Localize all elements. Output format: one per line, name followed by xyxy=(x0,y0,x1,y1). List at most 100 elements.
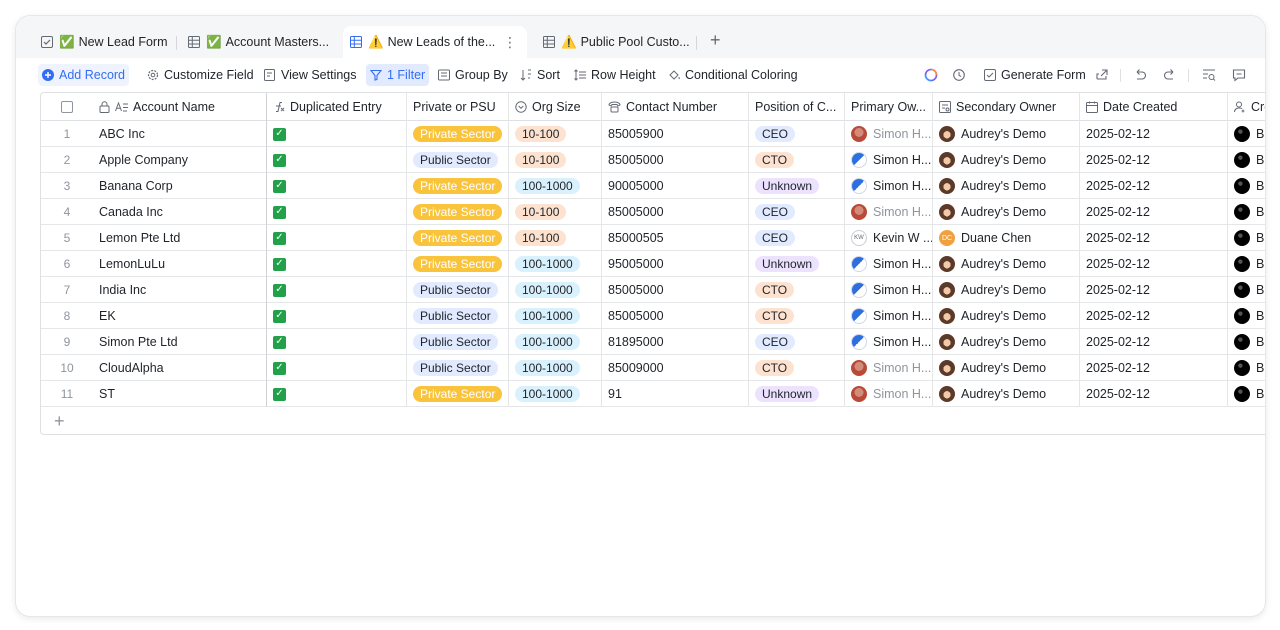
private-or-psu-cell[interactable]: Public Sector xyxy=(407,329,509,355)
duplicated-entry-cell[interactable]: ✓ xyxy=(267,277,407,303)
history-icon[interactable] xyxy=(950,66,968,84)
org-size-cell[interactable]: 10-100 xyxy=(509,121,602,147)
account-name-cell[interactable]: CloudAlpha xyxy=(93,355,267,381)
ai-assistant-icon[interactable] xyxy=(922,66,940,84)
position-cell[interactable]: Unknown xyxy=(749,251,845,277)
date-created-cell[interactable]: 2025-02-12 xyxy=(1080,199,1228,225)
tab-account-masters[interactable]: ✅ Account Masters... xyxy=(181,26,335,58)
org-size-cell[interactable]: 100-1000 xyxy=(509,329,602,355)
private-or-psu-cell[interactable]: Private Sector xyxy=(407,199,509,225)
sort-button[interactable]: Sort xyxy=(516,64,564,86)
redo-icon[interactable] xyxy=(1161,66,1179,84)
date-created-cell[interactable]: 2025-02-12 xyxy=(1080,381,1228,407)
primary-owner-cell[interactable]: Simon H... xyxy=(845,277,933,303)
row-height-button[interactable]: Row Height xyxy=(570,64,660,86)
secondary-owner-cell[interactable]: Audrey's Demo xyxy=(933,329,1080,355)
duplicated-entry-cell[interactable]: ✓ xyxy=(267,225,407,251)
table-row[interactable]: 11 ST ✓ Private Sector 100-1000 91 Unknown Simo… xyxy=(41,381,1265,407)
org-size-cell[interactable]: 100-1000 xyxy=(509,173,602,199)
private-or-psu-cell[interactable]: Public Sector xyxy=(407,277,509,303)
duplicated-entry-cell[interactable]: ✓ xyxy=(267,173,407,199)
account-name-cell[interactable]: Simon Pte Ltd xyxy=(93,329,267,355)
account-name-cell[interactable]: Lemon Pte Ltd xyxy=(93,225,267,251)
org-size-cell[interactable]: 100-1000 xyxy=(509,277,602,303)
column-header-contact-number[interactable]: Contact Number xyxy=(602,93,749,121)
duplicated-entry-cell[interactable]: ✓ xyxy=(267,329,407,355)
primary-owner-cell[interactable]: Simon H... xyxy=(845,121,933,147)
date-created-cell[interactable]: 2025-02-12 xyxy=(1080,121,1228,147)
position-cell[interactable]: CTO xyxy=(749,355,845,381)
column-header-secondary-owner[interactable]: Secondary Owner xyxy=(933,93,1080,121)
share-icon[interactable] xyxy=(1093,66,1111,84)
group-by-button[interactable]: Group By xyxy=(434,64,512,86)
customize-field-button[interactable]: Customize Field xyxy=(143,64,258,86)
org-size-cell[interactable]: 100-1000 xyxy=(509,355,602,381)
conditional-coloring-button[interactable]: Conditional Coloring xyxy=(664,64,802,86)
date-created-cell[interactable]: 2025-02-12 xyxy=(1080,355,1228,381)
secondary-owner-cell[interactable]: Audrey's Demo xyxy=(933,121,1080,147)
secondary-owner-cell[interactable]: DC Duane Chen xyxy=(933,225,1080,251)
table-row[interactable]: 8 EK ✓ Public Sector 100-1000 85005000 CTO Simo… xyxy=(41,303,1265,329)
account-name-cell[interactable]: India Inc xyxy=(93,277,267,303)
column-header-account-name[interactable]: Account Name xyxy=(93,93,267,121)
secondary-owner-cell[interactable]: Audrey's Demo xyxy=(933,381,1080,407)
contact-number-cell[interactable]: 85005000 xyxy=(602,303,749,329)
duplicated-entry-cell[interactable]: ✓ xyxy=(267,199,407,225)
created-by-cell[interactable]: B xyxy=(1228,329,1265,355)
contact-number-cell[interactable]: 85000505 xyxy=(602,225,749,251)
primary-owner-cell[interactable]: Simon H... xyxy=(845,329,933,355)
duplicated-entry-cell[interactable]: ✓ xyxy=(267,303,407,329)
contact-number-cell[interactable]: 85005000 xyxy=(602,147,749,173)
primary-owner-cell[interactable]: Simon H... xyxy=(845,173,933,199)
date-created-cell[interactable]: 2025-02-12 xyxy=(1080,303,1228,329)
contact-number-cell[interactable]: 81895000 xyxy=(602,329,749,355)
secondary-owner-cell[interactable]: Audrey's Demo xyxy=(933,355,1080,381)
table-row[interactable]: 5 Lemon Pte Ltd ✓ Private Sector 10-100 85000… xyxy=(41,225,1265,251)
primary-owner-cell[interactable]: KW Kevin W ... xyxy=(845,225,933,251)
search-records-icon[interactable] xyxy=(1200,66,1218,84)
view-settings-button[interactable]: View Settings xyxy=(260,64,361,86)
contact-number-cell[interactable]: 95005000 xyxy=(602,251,749,277)
private-or-psu-cell[interactable]: Public Sector xyxy=(407,303,509,329)
contact-number-cell[interactable]: 85009000 xyxy=(602,355,749,381)
tab-new-leads[interactable]: ⚠️ New Leads of the... ⋮ xyxy=(343,26,527,58)
org-size-cell[interactable]: 100-1000 xyxy=(509,251,602,277)
column-header-date-created[interactable]: Date Created xyxy=(1080,93,1228,121)
org-size-cell[interactable]: 10-100 xyxy=(509,225,602,251)
comment-icon[interactable] xyxy=(1230,66,1248,84)
created-by-cell[interactable]: B xyxy=(1228,277,1265,303)
table-row[interactable]: 6 LemonLuLu ✓ Private Sector 100-1000 9500500… xyxy=(41,251,1265,277)
secondary-owner-cell[interactable]: Audrey's Demo xyxy=(933,277,1080,303)
account-name-cell[interactable]: Apple Company xyxy=(93,147,267,173)
duplicated-entry-cell[interactable]: ✓ xyxy=(267,355,407,381)
position-cell[interactable]: Unknown xyxy=(749,381,845,407)
secondary-owner-cell[interactable]: Audrey's Demo xyxy=(933,199,1080,225)
created-by-cell[interactable]: B xyxy=(1228,199,1265,225)
position-cell[interactable]: CTO xyxy=(749,277,845,303)
date-created-cell[interactable]: 2025-02-12 xyxy=(1080,277,1228,303)
table-row[interactable]: 4 Canada Inc ✓ Private Sector 10-100 85005000… xyxy=(41,199,1265,225)
filter-button[interactable]: 1 Filter xyxy=(366,64,430,86)
table-row[interactable]: 9 Simon Pte Ltd ✓ Public Sector 100-1000 8189… xyxy=(41,329,1265,355)
secondary-owner-cell[interactable]: Audrey's Demo xyxy=(933,173,1080,199)
private-or-psu-cell[interactable]: Public Sector xyxy=(407,147,509,173)
account-name-cell[interactable]: EK xyxy=(93,303,267,329)
contact-number-cell[interactable]: 85005000 xyxy=(602,277,749,303)
created-by-cell[interactable]: B xyxy=(1228,147,1265,173)
position-cell[interactable]: CEO xyxy=(749,121,845,147)
account-name-cell[interactable]: ST xyxy=(93,381,267,407)
generate-form-button[interactable]: Generate Form xyxy=(980,64,1090,86)
position-cell[interactable]: CEO xyxy=(749,329,845,355)
date-created-cell[interactable]: 2025-02-12 xyxy=(1080,147,1228,173)
private-or-psu-cell[interactable]: Private Sector xyxy=(407,121,509,147)
position-cell[interactable]: CEO xyxy=(749,225,845,251)
table-row[interactable]: 7 India Inc ✓ Public Sector 100-1000 85005000… xyxy=(41,277,1265,303)
date-created-cell[interactable]: 2025-02-12 xyxy=(1080,225,1228,251)
date-created-cell[interactable]: 2025-02-12 xyxy=(1080,251,1228,277)
position-cell[interactable]: CEO xyxy=(749,199,845,225)
org-size-cell[interactable]: 10-100 xyxy=(509,147,602,173)
primary-owner-cell[interactable]: Simon H... xyxy=(845,147,933,173)
created-by-cell[interactable]: B xyxy=(1228,303,1265,329)
position-cell[interactable]: CTO xyxy=(749,147,845,173)
contact-number-cell[interactable]: 90005000 xyxy=(602,173,749,199)
